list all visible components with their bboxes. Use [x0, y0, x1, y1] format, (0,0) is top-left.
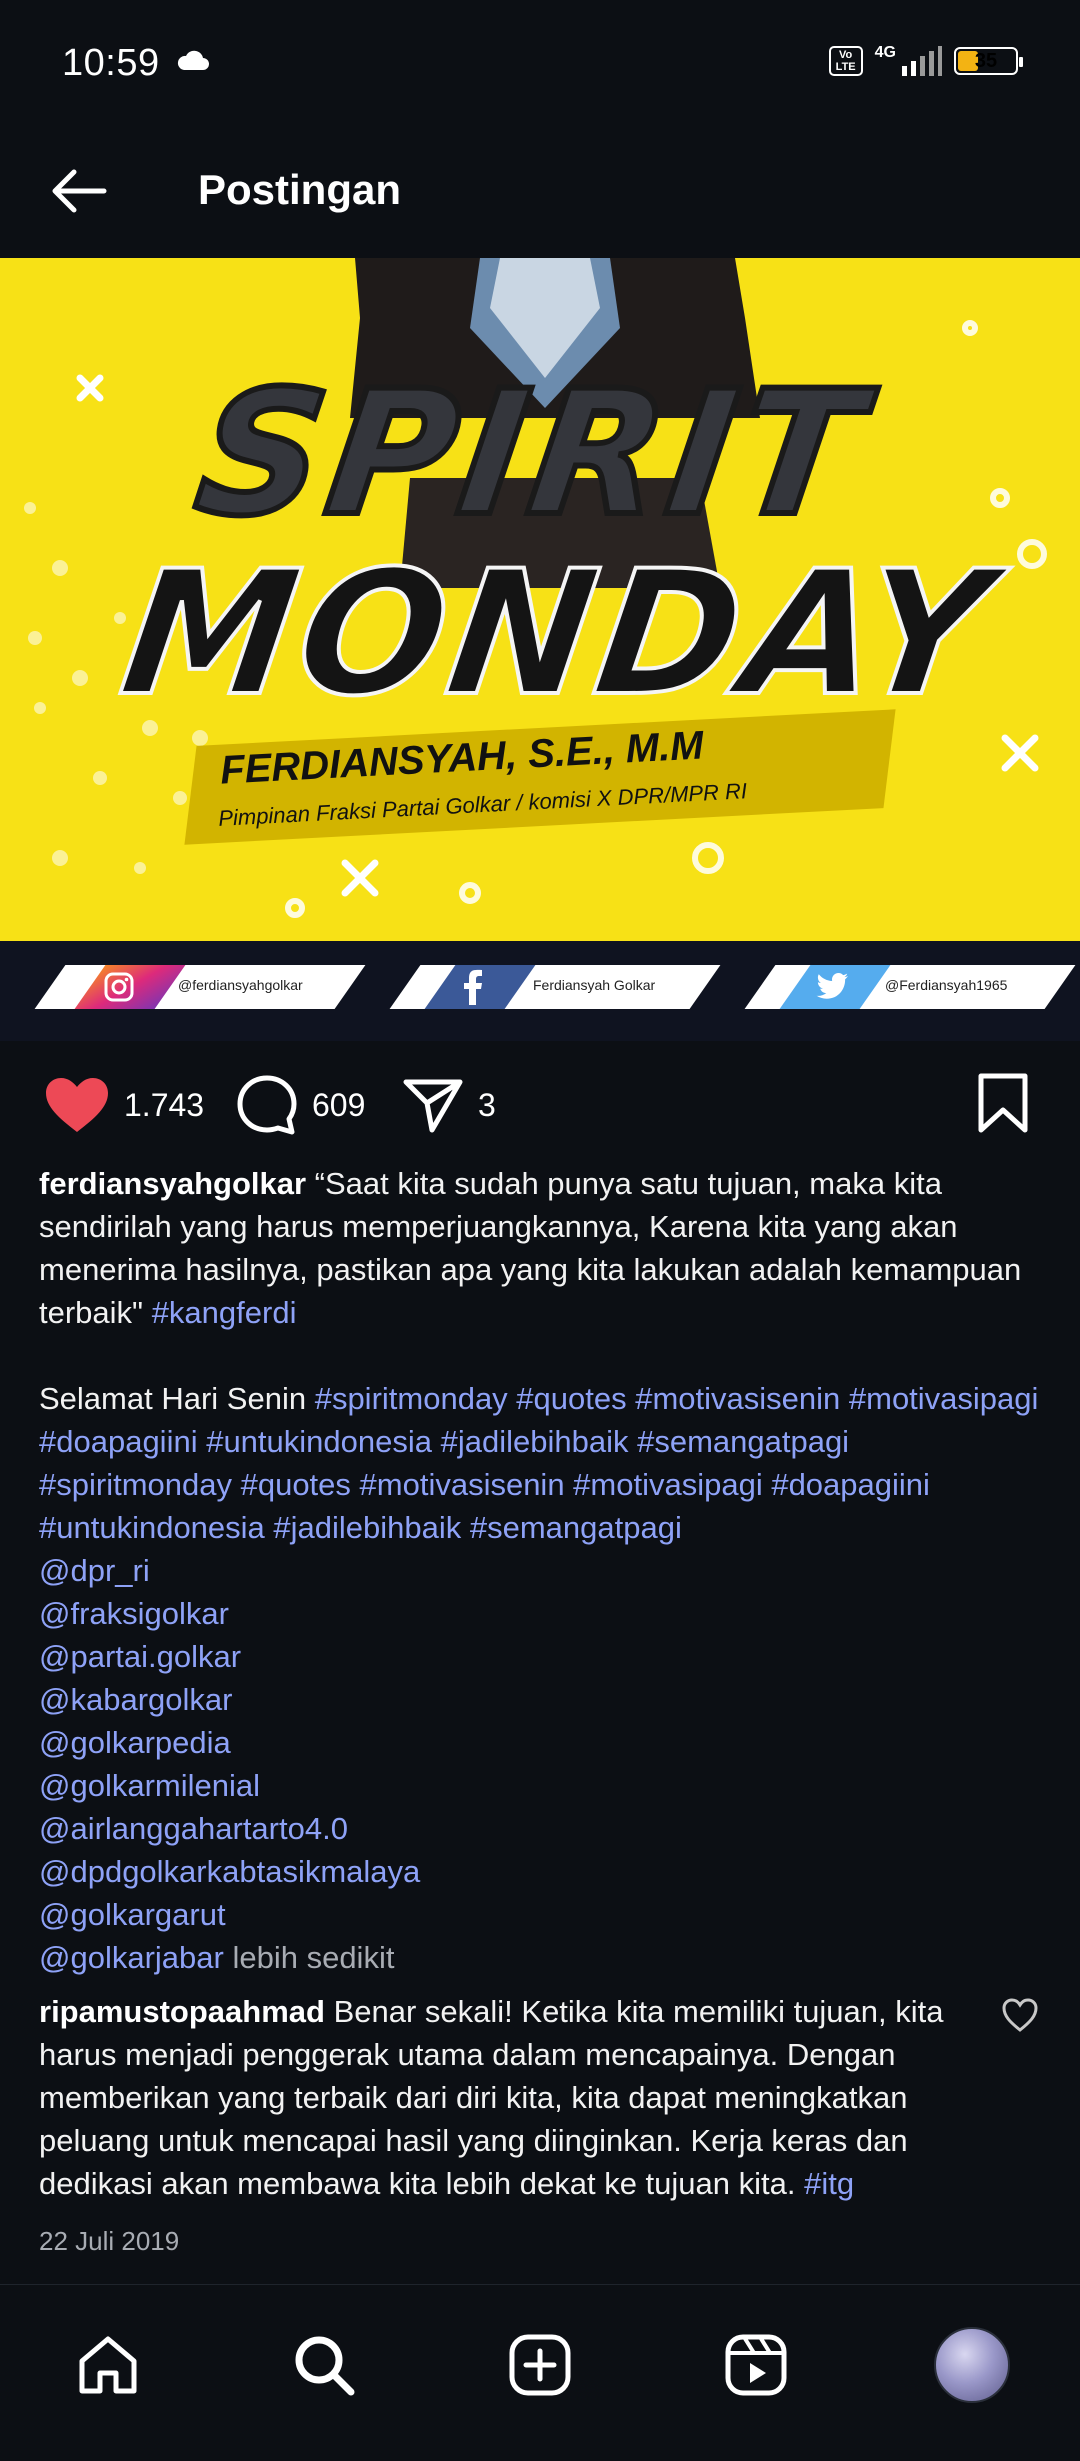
show-less-link[interactable]: lebih sedikit — [232, 1940, 394, 1975]
mention-link[interactable]: @dpdgolkarkabtasikmalaya — [39, 1850, 1039, 1893]
battery-level: 35 — [974, 50, 998, 72]
mention-link[interactable]: @golkarpedia — [39, 1721, 1039, 1764]
like-action: 1.743 — [44, 1060, 204, 1150]
status-time: 10:59 — [62, 42, 160, 84]
caption-greeting: Selamat Hari Senin — [39, 1381, 307, 1416]
send-icon[interactable] — [402, 1076, 464, 1134]
network-type: 4G — [874, 44, 896, 61]
mention-link[interactable]: @golkarjabar — [39, 1940, 224, 1975]
nav-create[interactable] — [500, 2325, 580, 2405]
facebook-handle: Ferdiansyah Golkar — [533, 977, 656, 993]
comment-count[interactable]: 609 — [312, 1087, 365, 1124]
comment-icon[interactable] — [236, 1074, 298, 1136]
nav-reels[interactable] — [716, 2325, 796, 2405]
battery-icon: 35 — [954, 47, 1023, 75]
back-arrow-icon[interactable] — [44, 156, 114, 226]
reels-icon — [725, 2334, 787, 2396]
mention-link[interactable]: @dpr_ri — [39, 1549, 1039, 1592]
comment-action: 609 — [236, 1060, 365, 1150]
page-title: Postingan — [198, 166, 402, 213]
facebook-icon — [464, 969, 482, 1005]
comment-hashtag[interactable]: #itg — [804, 2166, 854, 2201]
headline-line2: MONDAY — [109, 531, 1007, 736]
add-post-icon — [509, 2334, 571, 2396]
bookmark-icon[interactable] — [976, 1072, 1030, 1134]
search-icon — [295, 2336, 355, 2396]
nav-profile[interactable] — [932, 2325, 1012, 2405]
nav-search[interactable] — [284, 2325, 364, 2405]
mention-link[interactable]: @airlanggahartarto4.0 — [39, 1807, 1039, 1850]
comment-username[interactable]: ripamustopaahmad — [39, 1994, 325, 2029]
nav-home[interactable] — [68, 2325, 148, 2405]
post-date: 22 Juli 2019 — [39, 2226, 180, 2256]
like-count[interactable]: 1.743 — [124, 1087, 204, 1124]
mention-link[interactable]: @fraksigolkar — [39, 1592, 1039, 1635]
mention-link[interactable]: @partai.golkar — [39, 1635, 1039, 1678]
heart-icon[interactable] — [44, 1076, 110, 1134]
post-image[interactable]: SPIRIT MONDAY FERDIANSYAH, S.E., M.M Pim… — [0, 258, 1080, 941]
share-count[interactable]: 3 — [478, 1087, 496, 1124]
post-caption: ferdiansyahgolkar “Saat kita sudah punya… — [39, 1162, 1039, 1979]
bottom-navigation — [0, 2284, 1080, 2461]
home-icon — [79, 2336, 137, 2394]
status-bar: 10:59 Vo LTE 4G 35 — [0, 0, 1080, 130]
post-social-strip: @ferdiansyahgolkar Ferdiansyah Golkar @F… — [0, 941, 1080, 1041]
comment-item: ripamustopaahmad Benar sekali! Ketika ki… — [39, 1990, 989, 2205]
hashtag-link[interactable]: #kangferdi — [152, 1295, 297, 1330]
comment-heart-icon[interactable] — [1000, 1996, 1040, 2036]
cloud-icon — [177, 50, 209, 70]
instagram-icon — [104, 972, 134, 1002]
twitter-icon — [816, 973, 848, 999]
share-action: 3 — [402, 1060, 496, 1150]
top-app-bar: Postingan — [0, 130, 1080, 256]
mention-link[interactable]: @kabargolkar — [39, 1678, 1039, 1721]
twitter-handle: @Ferdiansyah1965 — [885, 977, 1008, 993]
signal-icon — [902, 46, 942, 76]
post-actions: 1.743 609 3 — [0, 1060, 1080, 1150]
volte-icon: Vo LTE — [828, 46, 863, 76]
mention-link[interactable]: @golkarmilenial — [39, 1764, 1039, 1807]
instagram-handle: @ferdiansyahgolkar — [178, 977, 303, 993]
caption-username[interactable]: ferdiansyahgolkar — [39, 1166, 306, 1201]
avatar — [934, 2327, 1010, 2403]
mention-link[interactable]: @golkargarut — [39, 1893, 1039, 1936]
headline-line1: SPIRIT — [183, 350, 881, 557]
